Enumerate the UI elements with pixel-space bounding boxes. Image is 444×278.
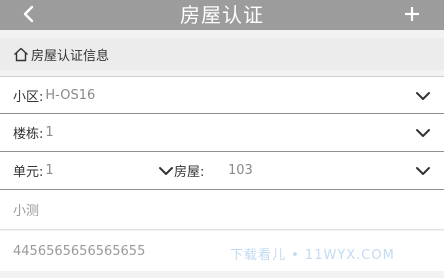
- chevron-down-icon[interactable]: [158, 164, 174, 178]
- chevron-down-icon[interactable]: [415, 126, 431, 140]
- app-header: 房屋认证: [0, 0, 444, 30]
- name-field[interactable]: 小测: [0, 190, 444, 230]
- room-value[interactable]: 103: [228, 163, 253, 178]
- watermark: 下载看儿 • 11WYX.COM: [230, 248, 395, 263]
- chevron-down-icon[interactable]: [415, 89, 431, 103]
- unit-room-row: 单元: 1 房屋: 103: [0, 152, 444, 190]
- add-button[interactable]: [400, 2, 424, 26]
- room-label: 房屋:: [174, 165, 205, 180]
- name-value: 小测: [13, 204, 40, 219]
- community-label: 小区:: [13, 89, 44, 105]
- building-label: 楼栋:: [13, 127, 44, 142]
- building-value: 1: [45, 125, 54, 140]
- home-icon: [13, 47, 29, 62]
- community-value: H-OS16: [45, 87, 96, 103]
- page-title: 房屋认证: [180, 3, 264, 27]
- section-title: 房屋认证信息: [31, 48, 110, 64]
- building-select[interactable]: 楼栋: 1: [0, 114, 444, 152]
- unit-value[interactable]: 1: [45, 163, 53, 178]
- chevron-down-icon[interactable]: [415, 164, 431, 178]
- unit-label: 单元:: [13, 165, 44, 180]
- plus-icon: [405, 7, 419, 21]
- community-select[interactable]: 小区: H-OS16: [0, 76, 444, 114]
- id-number-value: 4456565656565655: [13, 243, 146, 259]
- section-header: 房屋认证信息: [0, 38, 444, 70]
